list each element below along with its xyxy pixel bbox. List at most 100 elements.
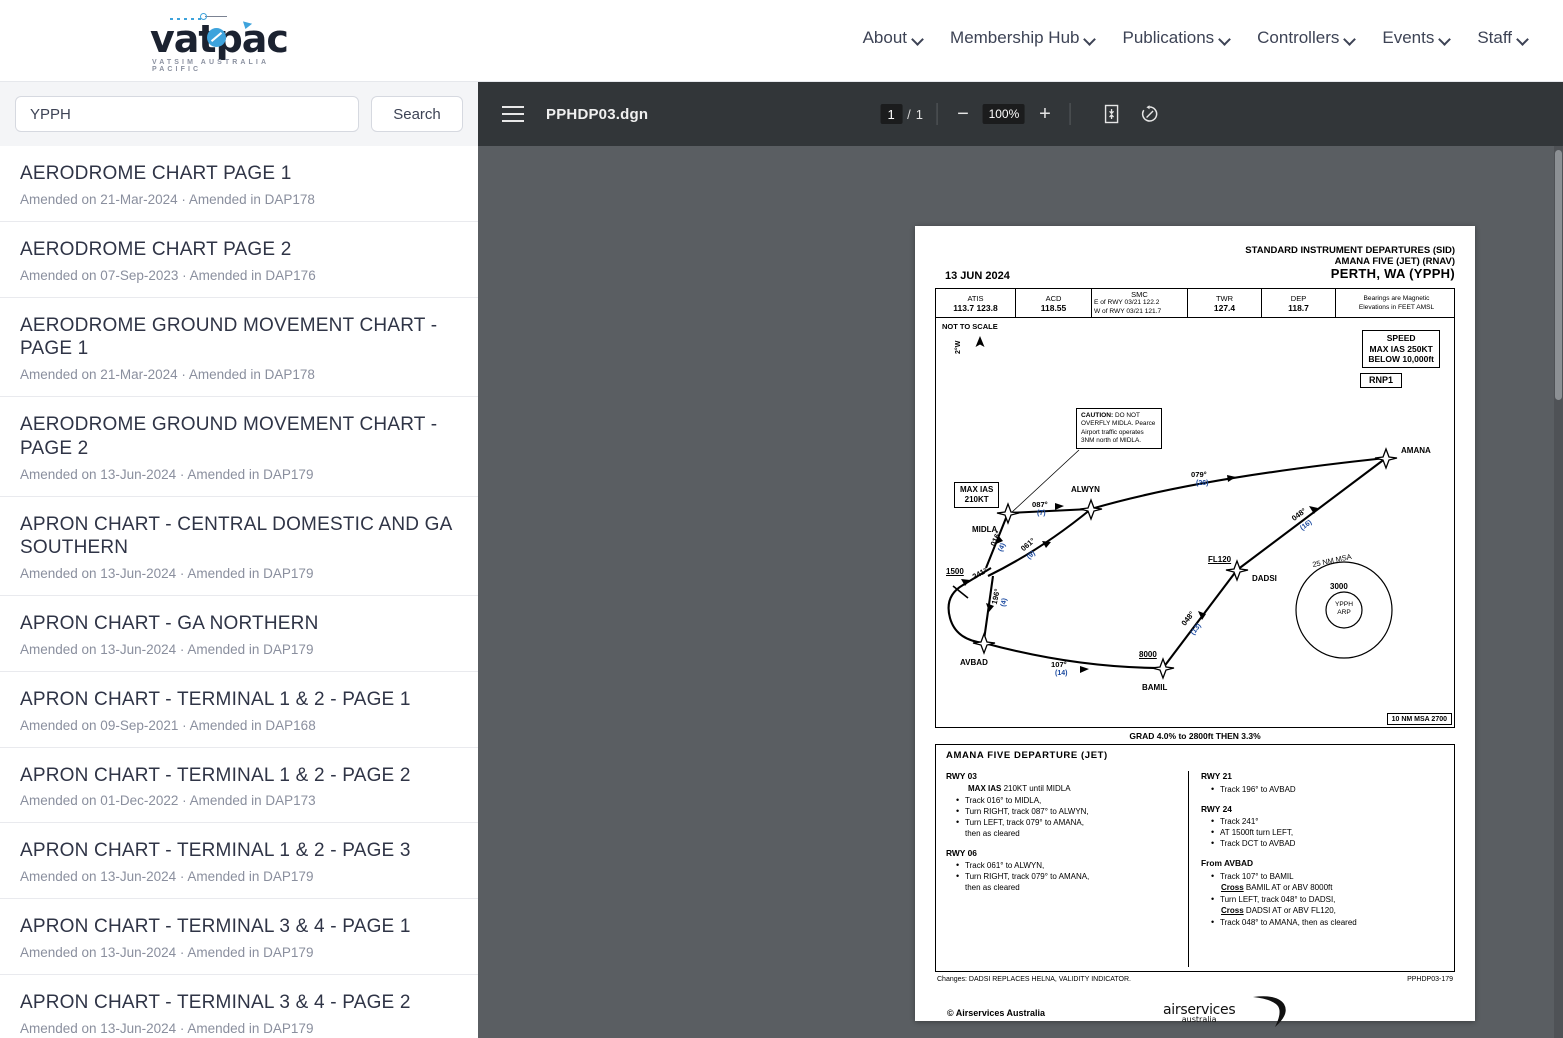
- arp-label-line2: ARP: [1337, 609, 1351, 616]
- nav-item-staff[interactable]: Staff: [1477, 28, 1529, 48]
- chart-changes-note: Changes: DADSI REPLACES HELNA, VALIDITY …: [937, 976, 1131, 983]
- freq-cell-twr: TWR 127.4: [1188, 289, 1262, 317]
- nav-item-publications[interactable]: Publications: [1122, 28, 1231, 48]
- freq-cell-atis: ATIS 113.7 123.8: [936, 289, 1016, 317]
- nav-label: Controllers: [1257, 28, 1340, 47]
- page-total: 1: [915, 106, 923, 122]
- proc-heading-rwy03: RWY 03: [946, 771, 977, 781]
- proc-max-ias-rest: 210KT until MIDLA: [1001, 783, 1071, 793]
- gradient-note: GRAD 4.0% to 2800ft THEN 3.3%: [1129, 731, 1261, 741]
- list-item[interactable]: AERODROME GROUND MOVEMENT CHART - PAGE 2…: [0, 397, 478, 497]
- list-item[interactable]: APRON CHART - GA NORTHERN Amended on 13-…: [0, 596, 478, 672]
- msa-altitude: 3000: [1330, 582, 1348, 591]
- nav-label: Staff: [1477, 28, 1512, 47]
- chart-item-meta: Amended on 01-Dec-2022 · Amended in DAP1…: [20, 793, 316, 809]
- page-number-input[interactable]: 1: [880, 104, 903, 124]
- freq-value: 118.7: [1288, 302, 1309, 313]
- zoom-out-button[interactable]: −: [952, 104, 974, 124]
- proc-cross-label: Cross: [1221, 882, 1244, 892]
- proc-bullets-rwy24: Track 241° AT 1500ft turn LEFT, Track DC…: [1211, 815, 1438, 850]
- proc-bullet: Turn LEFT, track 079° to AMANA,: [956, 816, 1186, 828]
- freq-value: 118.55: [1040, 302, 1067, 313]
- waypoint-label-bamil: BAMIL: [1142, 683, 1168, 692]
- freq-label: ATIS: [967, 293, 984, 303]
- list-item[interactable]: APRON CHART - CENTRAL DOMESTIC AND GA SO…: [0, 496, 478, 596]
- proc-heading-rwy21: RWY 21: [1201, 771, 1232, 781]
- logo-globe-icon: [207, 28, 226, 47]
- proc-bullet: Turn RIGHT, track 087° to ALWYN,: [956, 805, 1186, 817]
- list-item[interactable]: APRON CHART - TERMINAL 1 & 2 - PAGE 1 Am…: [0, 671, 478, 748]
- proc-bullet: Track 016° to MIDLA,: [956, 794, 1186, 806]
- waypoint-label-amana: AMANA: [1401, 446, 1431, 455]
- zoom-in-button[interactable]: +: [1034, 104, 1056, 124]
- leg-distance-107: (14): [1055, 670, 1068, 677]
- chart-title-block: STANDARD INSTRUMENT DEPARTURES (SID) AMA…: [1245, 245, 1455, 282]
- proc-bullet: Track 241°: [1211, 815, 1438, 827]
- chevron-down-icon: [1345, 35, 1356, 42]
- proc-bullets-rwy06: Track 061° to ALWYN, Turn RIGHT, track 0…: [956, 859, 1186, 882]
- list-item[interactable]: AERODROME CHART PAGE 1 Amended on 21-Mar…: [0, 146, 478, 222]
- chart-item-title: AERODROME GROUND MOVEMENT CHART - PAGE 1: [20, 314, 438, 360]
- chart-date: 13 JUN 2024: [945, 270, 1010, 282]
- list-item[interactable]: APRON CHART - TERMINAL 3 & 4 - PAGE 1 Am…: [0, 899, 478, 975]
- search-button[interactable]: Search: [371, 96, 463, 132]
- freq-cell-note: Bearings are Magnetic Elevations in FEET…: [1336, 289, 1454, 317]
- zoom-level-value[interactable]: 100%: [982, 104, 1025, 124]
- freq-label: DEP: [1290, 293, 1307, 303]
- proc-bullet: Track DCT to AVBAD: [1211, 837, 1438, 849]
- waypoint-label-dadsi: DADSI: [1252, 574, 1277, 583]
- nav-item-membership-hub[interactable]: Membership Hub: [950, 28, 1096, 48]
- vatpac-logo[interactable]: vatpac VATSIM AUSTRALIA PACIFIC: [150, 12, 289, 73]
- proc-bullets-from-avbad: Track 107° to BAMIL: [1211, 870, 1438, 882]
- airservices-boomerang-icon: [1253, 996, 1286, 1027]
- list-item[interactable]: AERODROME CHART PAGE 2 Amended on 07-Sep…: [0, 221, 478, 298]
- proc-bullet: Track 048° to AMANA, then as cleared: [1211, 916, 1438, 928]
- proc-cross-bamil: Cross BAMIL AT or ABV 8000ft: [1221, 882, 1438, 893]
- freq-value: 127.4: [1213, 302, 1236, 313]
- main-navigation: About Membership Hub Publications Contro…: [863, 28, 1529, 48]
- freq-value: 113.7 123.8: [953, 302, 998, 313]
- proc-bullets-from-avbad-2: Turn LEFT, track 048° to DADSI,: [1211, 893, 1438, 905]
- freq-label: SMC: [1131, 289, 1148, 299]
- nav-label: Events: [1382, 28, 1435, 47]
- chevron-down-icon: [1440, 35, 1451, 42]
- list-item[interactable]: AERODROME GROUND MOVEMENT CHART - PAGE 1…: [0, 297, 478, 397]
- bearings-note-line2: Elevations in FEET AMSL: [1358, 304, 1435, 311]
- list-item[interactable]: APRON CHART - TERMINAL 1 & 2 - PAGE 3 Am…: [0, 823, 478, 899]
- nav-item-about[interactable]: About: [863, 28, 924, 48]
- freq-label: ACD: [1045, 293, 1062, 303]
- pdf-scrollbar[interactable]: [1554, 146, 1563, 1038]
- pdf-page-area[interactable]: STANDARD INSTRUMENT DEPARTURES (SID) AMA…: [478, 146, 1563, 1038]
- chevron-down-icon: [1220, 35, 1231, 42]
- pdf-scrollbar-thumb[interactable]: [1555, 150, 1562, 400]
- rotate-icon[interactable]: [1139, 103, 1161, 125]
- fit-to-page-icon[interactable]: [1101, 103, 1123, 125]
- hamburger-menu-icon[interactable]: [502, 106, 524, 122]
- search-bar: Search: [0, 82, 478, 146]
- list-item[interactable]: APRON CHART - TERMINAL 3 & 4 - PAGE 2 Am…: [0, 974, 478, 1038]
- proc-continuation: then as cleared: [965, 828, 1020, 838]
- freq-cell-smc: SMC E of RWY 03/21 122.2 W of RWY 03/21 …: [1092, 289, 1188, 317]
- leg-distance-079: (26): [1196, 480, 1209, 487]
- chart-item-title: APRON CHART - TERMINAL 1 & 2 - PAGE 1: [20, 688, 411, 710]
- chart-browser-panel: Search AERODROME CHART PAGE 1 Amended on…: [0, 82, 478, 1038]
- chart-item-title: AERODROME CHART PAGE 1: [20, 163, 292, 184]
- freq-label: TWR: [1215, 293, 1234, 303]
- proc-cross-dadsi: Cross DADSI AT or ABV FL120,: [1221, 905, 1438, 916]
- chevron-down-icon: [1085, 35, 1096, 42]
- nav-item-events[interactable]: Events: [1382, 28, 1451, 48]
- freq-cell-acd: ACD 118.55: [1016, 289, 1092, 317]
- leg-bearing-107: 107°: [1051, 660, 1067, 669]
- proc-bullets-rwy21: Track 196° to AVBAD: [1211, 783, 1438, 795]
- leg-bearing-087: 087°: [1032, 500, 1048, 509]
- chart-results-list: AERODROME CHART PAGE 1 Amended on 21-Mar…: [0, 146, 478, 1038]
- proc-bullet: Track 061° to ALWYN,: [956, 859, 1186, 871]
- logo-tagline: VATSIM AUSTRALIA PACIFIC: [152, 59, 269, 73]
- proc-heading-from-avbad: From AVBAD: [1201, 858, 1254, 869]
- chart-item-meta: Amended on 13-Jun-2024 · Amended in DAP1…: [20, 641, 314, 657]
- nav-item-controllers[interactable]: Controllers: [1257, 28, 1356, 48]
- proc-max-ias-line: MAX IAS 210KT until MIDLA: [968, 783, 1186, 794]
- list-item[interactable]: APRON CHART - TERMINAL 1 & 2 - PAGE 2 Am…: [0, 747, 478, 824]
- proc-continuation: then as cleared: [965, 883, 1020, 893]
- search-input[interactable]: [15, 96, 359, 132]
